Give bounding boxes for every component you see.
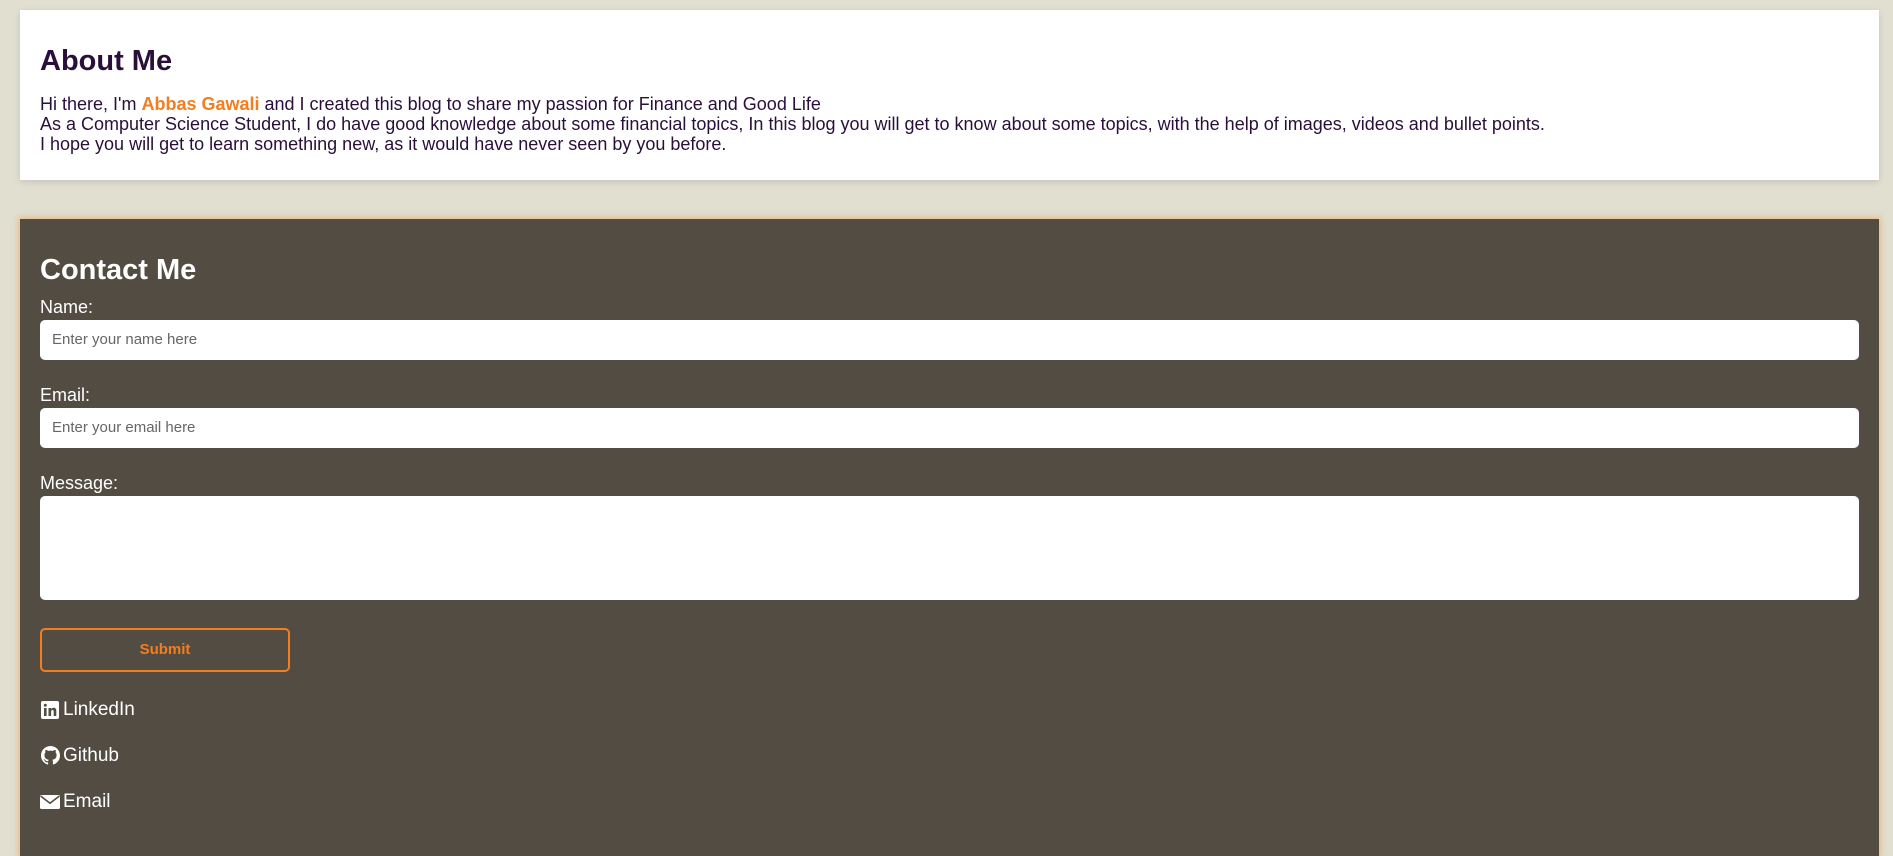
author-name: Abbas Gawali	[141, 93, 260, 114]
email-link[interactable]: Email	[40, 790, 111, 814]
about-title: About Me	[40, 45, 173, 77]
message-label: Message:	[40, 472, 119, 493]
linkedin-icon	[40, 700, 60, 720]
github-icon	[40, 746, 60, 766]
github-link[interactable]: Github	[40, 744, 119, 768]
about-intro-line: Hi there, I'm Abbas Gawali and I created…	[40, 94, 1859, 114]
contact-section: Contact Me Name: Email: Message: Submit …	[20, 219, 1879, 856]
name-input[interactable]	[40, 319, 1859, 360]
email-label: Email:	[40, 384, 91, 405]
about-section: About Me Hi there, I'm Abbas Gawali and …	[20, 10, 1879, 180]
about-description-line: As a Computer Science Student, I do have…	[40, 113, 1545, 134]
linkedin-link[interactable]: LinkedIn	[40, 698, 135, 722]
message-textarea[interactable]	[40, 495, 1859, 600]
about-intro-suffix: and I created this blog to share my pass…	[259, 93, 821, 114]
email-link-label: Email	[63, 790, 111, 812]
github-label: Github	[63, 744, 119, 766]
linkedin-label: LinkedIn	[63, 698, 135, 720]
contact-title: Contact Me	[40, 254, 197, 286]
about-intro-prefix: Hi there, I'm	[40, 93, 142, 114]
envelope-icon	[40, 792, 60, 812]
about-closing-line: I hope you will get to learn something n…	[40, 133, 727, 154]
name-label: Name:	[40, 296, 94, 317]
submit-button[interactable]: Submit	[40, 627, 290, 672]
email-input[interactable]	[40, 407, 1859, 448]
